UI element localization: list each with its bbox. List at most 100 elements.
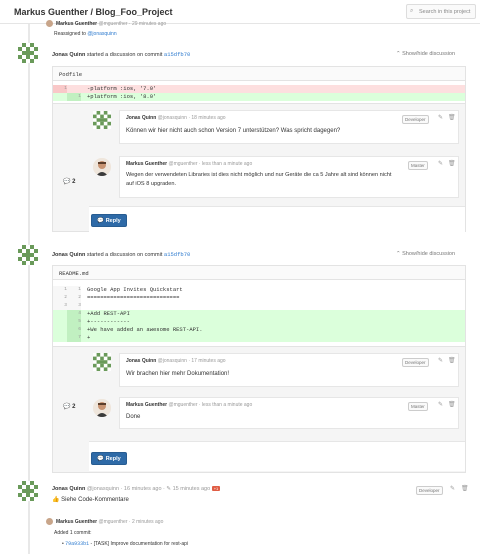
reply-button[interactable]: 💬 Reply <box>91 452 127 465</box>
role-badge: Developer <box>416 486 443 495</box>
comment-count: 💬 2 <box>63 404 76 410</box>
thumbs-up-icon: 👍 <box>52 497 60 503</box>
note: Markus Guenther @mguenther · less than a… <box>119 397 459 429</box>
toggle-discussion[interactable]: ⌃ Show/hide discussion <box>396 51 455 57</box>
comment-text: Siehe Code-Kommentare <box>61 497 129 503</box>
diff-line: 5 +------------ <box>53 318 465 326</box>
reply-icon: 💬 <box>97 218 105 224</box>
reply-button[interactable]: 💬 Reply <box>91 214 127 227</box>
event-meta: @mguenther · 29 minutes ago <box>98 20 167 27</box>
diff-line: 1 1 Google App Invites Quickstart <box>53 286 465 294</box>
role-badge: Master <box>408 161 428 170</box>
notes-area: 💬 2 Jonas Quinn @jonasquinn · 17 minutes… <box>53 346 465 472</box>
note-meta: Jonas Quinn @jonasquinn · 17 minutes ago <box>126 358 226 364</box>
reassign-label: Reassigned to <box>54 31 88 37</box>
trash-icon[interactable]: 🗑 <box>448 357 456 364</box>
commit-summary: Added 1 commit: <box>54 530 92 536</box>
toggle-label: Show/hide discussion <box>402 251 456 257</box>
note-text: auf iOS 8 upgraden. <box>126 181 177 187</box>
comment-meta: @jonasquinn · 16 minutes ago · <box>86 486 167 492</box>
diff-line: 33 <box>53 302 465 310</box>
reply-area: 💬 Reply <box>89 206 465 232</box>
identicon-avatar[interactable] <box>18 481 38 501</box>
edited-time: 15 minutes ago <box>172 486 211 492</box>
trash-icon[interactable]: 🗑 <box>461 485 469 492</box>
diff-line: 7 + <box>53 334 465 342</box>
commit-event: Markus Guenther @mguenther · 2 minutes a… <box>46 518 163 525</box>
diff-line: 1 +platform :ios, '8.0' <box>53 93 465 101</box>
chevron-up-icon: ⌃ <box>396 51 401 57</box>
discussion-header: Jonas Quinn started a discussion on comm… <box>52 251 190 258</box>
commit-sha-link[interactable]: a15dfb70 <box>164 251 190 258</box>
discussion-action: started a discussion on commit <box>86 252 163 258</box>
diff-box: README.md 1 1 Google App Invites Quickstar… <box>52 265 466 473</box>
reassign-event: Markus Guenther @mguenther · 29 minutes … <box>46 20 166 27</box>
file-name: README.md <box>53 266 465 280</box>
edit-icon[interactable]: ✎ <box>438 357 443 364</box>
comment-icon: 💬 <box>63 179 71 185</box>
comment-count: 💬 2 <box>63 179 76 185</box>
diff-line: 6 +We have added an awesome REST-API. <box>53 326 465 334</box>
edit-icon[interactable]: ✎ <box>438 114 443 121</box>
avatar <box>46 518 53 525</box>
search-icon: ⌕ <box>410 8 414 14</box>
identicon-avatar[interactable] <box>93 353 111 371</box>
notes-area: 💬 2 Jonas Quinn @jonasquinn · 18 minutes… <box>53 103 465 232</box>
note-text: Wegen der verwendeten Libraries ist dies… <box>126 172 392 178</box>
search-placeholder: Search in this project <box>419 9 471 15</box>
note-text: Wir brachen hier mehr Dokumentation! <box>126 371 230 377</box>
discussion-action: started a discussion on commit <box>86 52 163 58</box>
toggle-label: Show/hide discussion <box>402 51 456 57</box>
event-author[interactable]: Markus Guenther <box>56 21 97 27</box>
event-author[interactable]: Markus Guenther <box>56 519 97 525</box>
note: Markus Guenther @mguenther · less than a… <box>119 156 459 198</box>
identicon-avatar[interactable] <box>18 43 38 63</box>
avatar <box>46 20 53 27</box>
diff-lines: 1 1 Google App Invites Quickstart 2 2 ======… <box>53 286 465 342</box>
vote-badge[interactable]: +1 <box>211 486 221 491</box>
commit-list-item: • 79a933b1 - [TASK] Improve documentatio… <box>62 541 188 547</box>
trash-icon[interactable]: 🗑 <box>448 401 456 408</box>
commit-message: - [TASK] Improve documentation for rest-… <box>89 541 188 547</box>
commit-sha-link[interactable]: a15dfb70 <box>164 51 190 58</box>
diff-box: Podfile 1 -platform :ios, '7.0' 1 +platfor… <box>52 66 466 232</box>
comment-body: 👍 Siehe Code-Kommentare <box>52 496 129 503</box>
discussion-author[interactable]: Jonas Quinn <box>52 252 85 258</box>
chevron-up-icon: ⌃ <box>396 251 401 257</box>
diff-line: 4 +Add REST-API <box>53 310 465 318</box>
role-badge: Developer <box>402 358 429 367</box>
diff-line: 2 2 ============================ <box>53 294 465 302</box>
trash-icon[interactable]: 🗑 <box>448 114 456 121</box>
diff-line: 1 -platform :ios, '7.0' <box>53 85 465 93</box>
discussion-author[interactable]: Jonas Quinn <box>52 52 85 58</box>
comment-header: Jonas Quinn @jonasquinn · 16 minutes ago… <box>52 486 221 492</box>
search-input[interactable]: ⌕ Search in this project <box>406 4 476 19</box>
reply-icon: 💬 <box>97 456 105 462</box>
identicon-avatar[interactable] <box>93 111 111 129</box>
note-meta: Markus Guenther @mguenther · less than a… <box>126 402 253 408</box>
note-meta: Markus Guenther @mguenther · less than a… <box>126 161 253 167</box>
reply-area: 💬 Reply <box>89 441 465 471</box>
avatar[interactable] <box>93 158 111 176</box>
diff-lines: 1 -platform :ios, '7.0' 1 +platform :ios, … <box>53 85 465 101</box>
note-meta: Jonas Quinn @jonasquinn · 18 minutes ago <box>126 115 226 121</box>
role-badge: Master <box>408 402 428 411</box>
role-badge: Developer <box>402 115 429 124</box>
edit-icon[interactable]: ✎ <box>450 485 455 492</box>
comment-author[interactable]: Jonas Quinn <box>52 486 85 492</box>
reassign-text: Reassigned to @jonasquinn <box>54 31 117 37</box>
toggle-discussion[interactable]: ⌃ Show/hide discussion <box>396 251 455 257</box>
note-text: Können wir hier nicht auch schon Version… <box>126 128 341 134</box>
project-title[interactable]: Markus Guenther / Blog_Foo_Project <box>14 7 173 17</box>
note: Jonas Quinn @jonasquinn · 17 minutes ago… <box>119 353 459 387</box>
identicon-avatar[interactable] <box>18 245 38 265</box>
comment-icon: 💬 <box>63 404 71 410</box>
discussion-header: Jonas Quinn started a discussion on comm… <box>52 51 190 58</box>
assignee-link[interactable]: @jonasquinn <box>87 31 116 37</box>
edit-icon[interactable]: ✎ <box>438 160 443 167</box>
edit-icon[interactable]: ✎ <box>438 401 443 408</box>
avatar[interactable] <box>93 399 111 417</box>
trash-icon[interactable]: 🗑 <box>448 160 456 167</box>
commit-sha-link[interactable]: 79a933b1 <box>65 541 89 547</box>
file-name: Podfile <box>53 67 465 81</box>
